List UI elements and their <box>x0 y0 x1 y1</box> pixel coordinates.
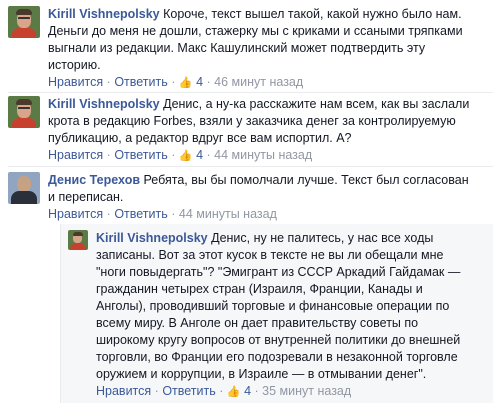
divider <box>8 92 493 93</box>
avatar[interactable] <box>8 172 40 204</box>
like-link[interactable]: Нравится <box>48 148 103 162</box>
comment-author[interactable]: Kirill Vishnepolsky <box>96 231 208 245</box>
separator: · <box>171 148 176 162</box>
avatar[interactable] <box>8 96 40 128</box>
comment-content: Kirill Vishnepolsky Короче, текст вышел … <box>48 6 478 74</box>
comment-content: Kirill Vishnepolsky Денис, ну не палитес… <box>96 230 476 383</box>
comment-author[interactable]: Денис Терехов <box>48 173 140 187</box>
thumbs-up-icon[interactable]: 👍 <box>227 384 241 401</box>
comment-content: Kirill Vishnepolsky Денис, а ну-ка расск… <box>48 96 478 147</box>
comment-author[interactable]: Kirill Vishnepolsky <box>48 7 160 21</box>
comment-timestamp[interactable]: 44 минуты назад <box>179 207 277 221</box>
reply-link[interactable]: Ответить <box>114 207 167 221</box>
like-link[interactable]: Нравится <box>96 384 151 398</box>
comment: Денис Терехов Ребята, вы бы помолчали лу… <box>8 172 486 223</box>
comment: Kirill Vishnepolsky Короче, текст вышел … <box>8 6 486 92</box>
separator: · <box>171 75 176 89</box>
divider <box>8 166 493 167</box>
comment-timestamp[interactable]: 44 минуты назад <box>214 148 312 162</box>
like-count[interactable]: 4 <box>196 75 203 89</box>
reply-comment: Kirill Vishnepolsky Денис, ну не палитес… <box>68 230 488 401</box>
separator: · <box>206 75 211 89</box>
separator: · <box>154 384 159 398</box>
thumbs-up-icon[interactable]: 👍 <box>179 148 193 165</box>
like-count[interactable]: 4 <box>196 148 203 162</box>
comment-text: Денис, ну не палитесь, у нас все ходы за… <box>96 231 461 381</box>
separator: · <box>106 207 111 221</box>
comment-timestamp[interactable]: 35 минут назад <box>262 384 351 398</box>
avatar[interactable] <box>8 6 40 38</box>
separator: · <box>106 148 111 162</box>
separator: · <box>171 207 176 221</box>
separator: · <box>254 384 259 398</box>
comment: Kirill Vishnepolsky Денис, а ну-ка расск… <box>8 96 486 165</box>
separator: · <box>219 384 224 398</box>
comment-content: Денис Терехов Ребята, вы бы помолчали лу… <box>48 172 478 206</box>
reply-link[interactable]: Ответить <box>162 384 215 398</box>
like-count[interactable]: 4 <box>244 384 251 398</box>
reply-link[interactable]: Ответить <box>114 148 167 162</box>
separator: · <box>206 148 211 162</box>
avatar[interactable] <box>68 230 88 250</box>
comment-actions: Нравится · Ответить · 👍 4 · 35 минут наз… <box>96 383 476 401</box>
reply-link[interactable]: Ответить <box>114 75 167 89</box>
comment-actions: Нравится · Ответить · 44 минуты назад <box>48 206 478 223</box>
separator: · <box>106 75 111 89</box>
thumbs-up-icon[interactable]: 👍 <box>179 75 193 92</box>
like-link[interactable]: Нравится <box>48 207 103 221</box>
like-link[interactable]: Нравится <box>48 75 103 89</box>
comment-thread: Kirill Vishnepolsky Короче, текст вышел … <box>0 0 493 403</box>
comment-timestamp[interactable]: 46 минут назад <box>214 75 303 89</box>
comment-actions: Нравится · Ответить · 👍 4 · 44 минуты на… <box>48 147 478 165</box>
comment-actions: Нравится · Ответить · 👍 4 · 46 минут наз… <box>48 74 478 92</box>
comment-author[interactable]: Kirill Vishnepolsky <box>48 97 160 111</box>
